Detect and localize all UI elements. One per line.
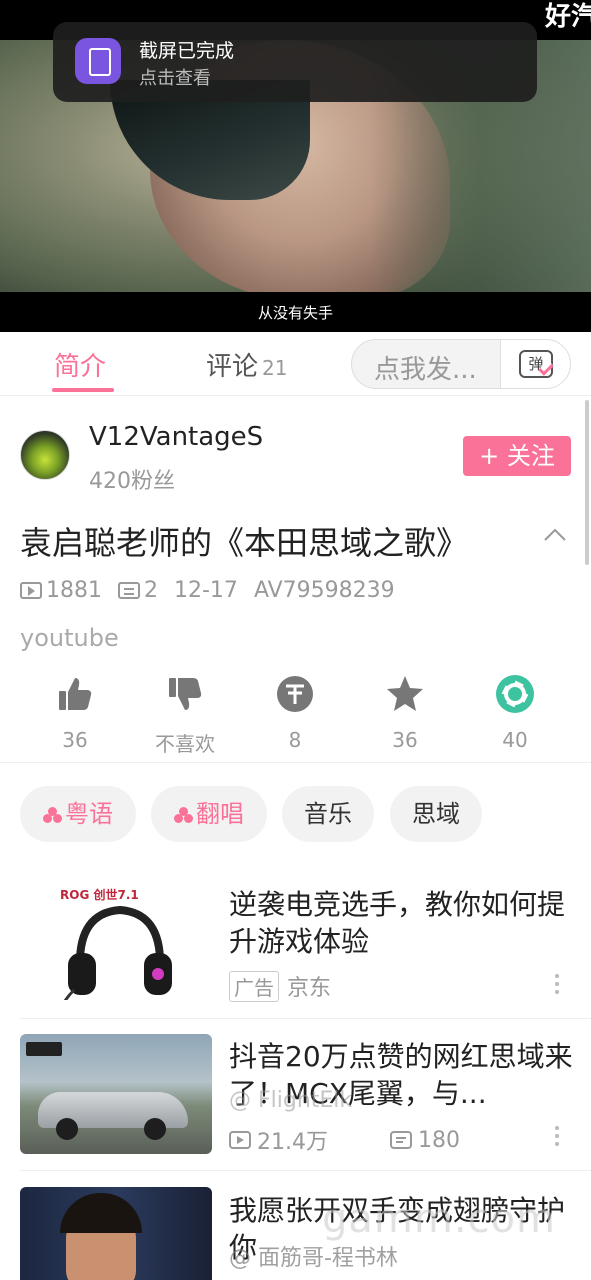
section-divider xyxy=(0,762,591,763)
danmaku-count: 2 xyxy=(144,578,158,603)
coin-button[interactable]: 8 xyxy=(240,674,350,752)
coin-icon xyxy=(277,676,313,712)
play-count-icon xyxy=(229,1131,251,1149)
car-wheel xyxy=(56,1118,78,1140)
watermark: gamm.com xyxy=(322,1196,556,1242)
dislike-button[interactable]: 不喜欢 xyxy=(130,674,240,757)
feed-title: 逆袭电竞选手，教你如何提升游戏体验 xyxy=(229,888,566,958)
video-thumbnail xyxy=(20,1034,212,1154)
tag-cantonese[interactable]: 粤语 xyxy=(20,786,136,842)
uploader-avatar[interactable] xyxy=(20,430,70,480)
uploader-name[interactable]: V12VantageS xyxy=(89,422,263,452)
share-button[interactable]: 40 xyxy=(460,674,570,752)
tag-music[interactable]: 音乐 xyxy=(282,786,374,842)
thumbnail-logo xyxy=(26,1042,62,1056)
danmaku-count-icon xyxy=(390,1131,412,1149)
tag-label: 音乐 xyxy=(304,800,352,828)
coin-count: 8 xyxy=(288,728,302,752)
like-count: 36 xyxy=(62,728,88,752)
ad-badge: 广告 xyxy=(229,970,279,1002)
uploader-fans: 420粉丝 xyxy=(89,469,175,494)
play-count-icon xyxy=(20,582,42,599)
thumbs-down-icon xyxy=(169,678,202,710)
notification-subtitle: 点击查看 xyxy=(139,68,211,89)
ad-source: 京东 xyxy=(287,976,332,1001)
share-count: 40 xyxy=(502,728,528,752)
screenshot-notification[interactable]: 截屏已完成 点击查看 xyxy=(53,22,537,102)
tab-intro-indicator xyxy=(52,388,114,392)
gallery-icon xyxy=(75,38,121,84)
tab-bar: 简介 评论 21 点我发... 弹 xyxy=(0,332,591,396)
feed-meta: 广告 京东 xyxy=(229,970,331,1002)
notification-title: 截屏已完成 xyxy=(139,40,235,62)
tab-intro[interactable]: 简介 xyxy=(54,346,106,383)
tab-comments[interactable]: 评论 21 xyxy=(206,346,287,383)
feed-meta: 21.4万 180 xyxy=(229,1124,460,1156)
danmaku-toggle-button[interactable]: 弹 xyxy=(500,340,570,388)
feed-divider xyxy=(20,1170,591,1171)
tag-cover[interactable]: 翻唱 xyxy=(151,786,267,842)
danmaku-placeholder: 点我发... xyxy=(374,355,477,385)
ad-thumbnail: ROG 创世7.1 xyxy=(20,880,212,1000)
headset-image xyxy=(63,905,172,1000)
favorite-button[interactable]: 36 xyxy=(350,674,460,752)
author-overlay: @ 面筋哥-程书林 xyxy=(229,1246,398,1271)
tag-label: 粤语 xyxy=(65,800,113,828)
more-options-icon[interactable] xyxy=(552,974,562,998)
view-count: 1881 xyxy=(46,578,102,603)
video-title: 袁启聪老师的《本田思域之歌》 xyxy=(20,524,469,562)
like-button[interactable]: 36 xyxy=(20,674,130,752)
more-options-icon[interactable] xyxy=(552,1126,562,1150)
dislike-label: 不喜欢 xyxy=(155,732,215,756)
publish-date: 12-17 xyxy=(174,578,238,603)
person-hair xyxy=(60,1193,142,1233)
video-thumbnail xyxy=(20,1187,212,1280)
tag-channel-icon xyxy=(174,807,193,823)
feed-divider xyxy=(20,1018,591,1019)
tab-comments-count: 21 xyxy=(262,356,288,380)
tag-label: 思域 xyxy=(412,800,460,828)
tag-channel-icon xyxy=(43,807,62,823)
video-subtitle: 从没有失手 xyxy=(257,304,333,322)
share-icon xyxy=(496,675,534,713)
watermark-overlay: @ FlightElk xyxy=(229,1088,353,1113)
video-description: youtube xyxy=(20,624,119,652)
view-count: 21.4万 xyxy=(257,1130,328,1155)
status-bar-text: 好汽 xyxy=(544,2,591,32)
thumbs-up-icon xyxy=(59,678,92,710)
follow-button[interactable]: + 关注 xyxy=(463,436,571,476)
tag-civic[interactable]: 思域 xyxy=(390,786,482,842)
danmaku-count-icon xyxy=(118,582,140,599)
av-id: AV79598239 xyxy=(253,578,395,603)
star-icon xyxy=(387,676,423,711)
tag-label: 翻唱 xyxy=(196,800,244,828)
chevron-up-icon[interactable] xyxy=(543,524,567,548)
favorite-count: 36 xyxy=(392,728,418,752)
danmaku-count: 180 xyxy=(418,1127,460,1153)
car-wheel xyxy=(144,1118,166,1140)
danmaku-input[interactable]: 点我发... 弹 xyxy=(351,339,571,389)
video-meta: 1881 2 12-17 AV79598239 xyxy=(20,578,395,603)
tab-comments-label: 评论 xyxy=(206,352,259,382)
scrollbar[interactable] xyxy=(585,400,589,565)
